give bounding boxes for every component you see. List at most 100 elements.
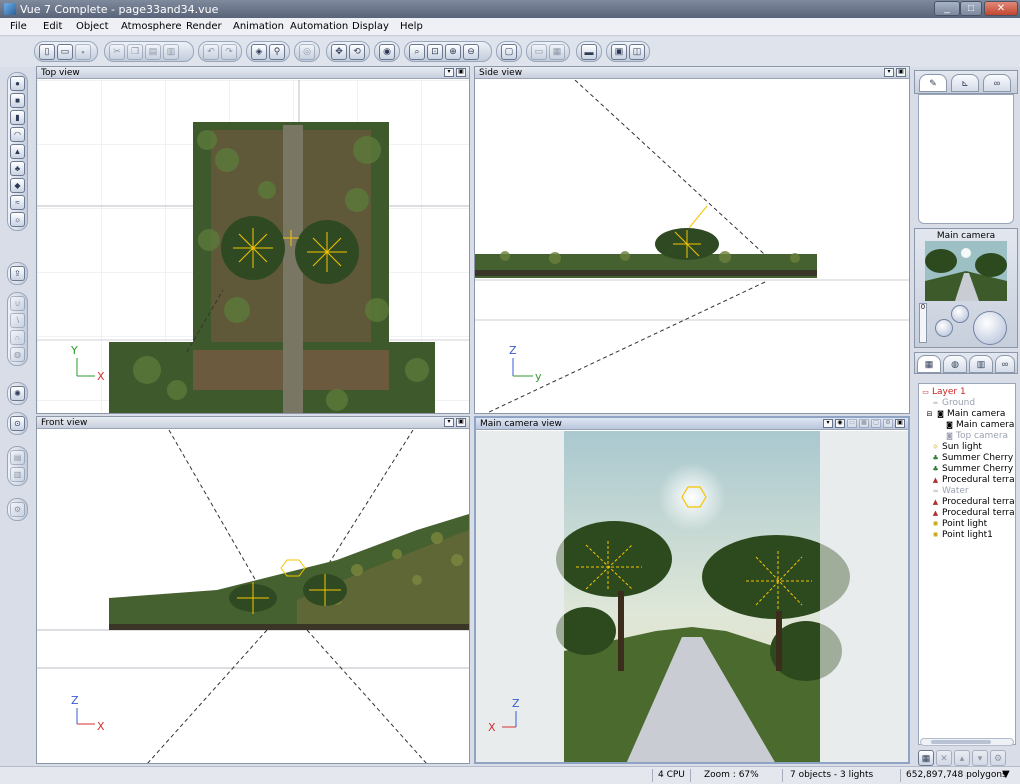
layer-options-icon[interactable]: ⚙: [990, 750, 1006, 766]
side-view-viewport[interactable]: Side view ▾ ▣ Z y: [474, 66, 910, 414]
menu-help[interactable]: Help: [400, 21, 423, 32]
front-view-canvas[interactable]: Z X: [37, 429, 469, 763]
duplicate-icon[interactable]: ▥: [163, 43, 179, 60]
menu-render[interactable]: Render: [186, 21, 222, 32]
rotate-tool-icon[interactable]: ⟲: [349, 43, 365, 60]
material-icon[interactable]: ◈: [251, 43, 267, 60]
render-preview-icon[interactable]: ◉: [835, 419, 845, 428]
frame-icon[interactable]: ▢: [501, 43, 517, 60]
tree-item[interactable]: ☼ Sun light: [931, 441, 982, 452]
rock-icon[interactable]: ◆: [10, 178, 25, 193]
menu-object[interactable]: Object: [76, 21, 109, 32]
camera-move-control[interactable]: [973, 311, 1007, 345]
menu-automation[interactable]: Automation: [290, 21, 348, 32]
plant-icon[interactable]: ♣: [10, 161, 25, 176]
minimize-button[interactable]: _: [934, 1, 960, 16]
tree-horizontal-scrollbar[interactable]: [920, 738, 1014, 746]
tree-item[interactable]: ✺ Point light1: [931, 529, 993, 540]
settings-icon[interactable]: ⚙: [10, 502, 25, 517]
new-layer-icon[interactable]: ▦: [918, 750, 934, 766]
water-icon[interactable]: ≈: [10, 195, 25, 210]
boolean-union-icon[interactable]: ∪: [10, 296, 25, 311]
tab-links[interactable]: ∞: [995, 355, 1015, 373]
tab-libraries[interactable]: ▥: [969, 355, 993, 373]
tree-item[interactable]: ▲ Procedural terrain0: [931, 496, 1015, 507]
move-tool-icon[interactable]: ✥: [331, 43, 347, 60]
viewport-settings-icon[interactable]: ⚙: [883, 419, 893, 428]
tree-item[interactable]: ⊟ ◙ Main camera: [925, 408, 1006, 419]
layer-up-icon[interactable]: ▴: [954, 750, 970, 766]
close-button[interactable]: ✕: [984, 1, 1018, 16]
scrollbar-thumb[interactable]: [931, 740, 991, 744]
mask-icon[interactable]: ◎: [299, 43, 315, 60]
front-view-viewport[interactable]: Front view ▾ ▣ Z X: [36, 416, 470, 764]
camera-icon[interactable]: ⊙: [10, 416, 25, 431]
side-view-canvas[interactable]: Z y: [475, 79, 909, 413]
redo-icon[interactable]: ↷: [221, 43, 237, 60]
camera-preview[interactable]: [925, 241, 1007, 301]
viewport-options-icon[interactable]: ▾: [884, 68, 894, 77]
save-file-icon[interactable]: ▪: [75, 43, 91, 60]
zoom-extents-icon[interactable]: ⌕: [409, 43, 425, 60]
tree-item[interactable]: ✺ Point light: [931, 518, 988, 529]
viewport-maximize-icon[interactable]: ▣: [456, 418, 466, 427]
cylinder-icon[interactable]: ▮: [10, 110, 25, 125]
tab-objects[interactable]: ▦: [917, 355, 941, 373]
tab-aspect[interactable]: ✎: [919, 74, 947, 92]
link-icon[interactable]: ⚲: [269, 43, 285, 60]
tree-item[interactable]: ▭ Layer 1: [921, 386, 966, 397]
zoom-in-icon[interactable]: ⊕: [445, 43, 461, 60]
menu-animation[interactable]: Animation: [233, 21, 284, 32]
layer-down-icon[interactable]: ▾: [972, 750, 988, 766]
viewport-options-icon[interactable]: ▾: [823, 419, 833, 428]
tab-materials[interactable]: ◍: [943, 355, 967, 373]
torus-icon[interactable]: ◠: [10, 127, 25, 142]
tree-item[interactable]: ▲ Procedural terrain: [931, 474, 1015, 485]
tree-item[interactable]: ▲ Procedural terrain2: [931, 507, 1015, 518]
viewport-options-icon[interactable]: ▾: [444, 68, 454, 77]
tree-item[interactable]: ◙ Main camera: [945, 419, 1014, 430]
new-file-icon[interactable]: ▯: [39, 43, 55, 60]
render-icon[interactable]: ▣: [611, 43, 627, 60]
camera-orbit-control[interactable]: [951, 305, 969, 323]
menu-atmosphere[interactable]: Atmosphere: [121, 21, 182, 32]
camera-lock-icon[interactable]: ▢: [871, 419, 881, 428]
safe-frame-icon[interactable]: ▭: [847, 419, 857, 428]
camera-pan-control[interactable]: [935, 319, 953, 337]
menu-edit[interactable]: Edit: [43, 21, 62, 32]
menu-file[interactable]: File: [10, 21, 27, 32]
copy-icon[interactable]: ❐: [127, 43, 143, 60]
sphere-icon[interactable]: ●: [10, 76, 25, 91]
tree-item[interactable]: ═ Ground: [931, 397, 975, 408]
maximize-button[interactable]: □: [960, 1, 982, 16]
status-dropdown-icon[interactable]: ▼: [1002, 769, 1010, 780]
import-object-icon[interactable]: ⇪: [10, 266, 25, 281]
boolean-inter-icon[interactable]: ∩: [10, 330, 25, 345]
camera-view-canvas[interactable]: Z X: [476, 431, 908, 762]
delete-layer-icon[interactable]: ✕: [936, 750, 952, 766]
cut-icon[interactable]: ✂: [109, 43, 125, 60]
tab-animation[interactable]: ∞: [983, 74, 1011, 92]
paste-icon[interactable]: ▤: [145, 43, 161, 60]
viewport-maximize-icon[interactable]: ▣: [456, 68, 466, 77]
tree-item[interactable]: ♣ Summer Cherry Tre: [931, 452, 1015, 463]
quad-view-icon[interactable]: ▦: [549, 43, 565, 60]
group-icon[interactable]: ▤: [10, 450, 25, 465]
single-view-icon[interactable]: ▭: [531, 43, 547, 60]
zoom-out-icon[interactable]: ⊖: [463, 43, 479, 60]
expand-icon[interactable]: ⊟: [925, 410, 934, 418]
viewport-maximize-icon[interactable]: ▣: [896, 68, 906, 77]
tree-item[interactable]: ♣ Summer Cherry Tre: [931, 463, 1015, 474]
viewport-options-icon[interactable]: ▾: [444, 418, 454, 427]
tree-item[interactable]: ≈ Water: [931, 485, 969, 496]
metablob-icon[interactable]: ◍: [10, 347, 25, 362]
menu-display[interactable]: Display: [352, 21, 389, 32]
eye-icon[interactable]: ◉: [379, 43, 395, 60]
grid-toggle-icon[interactable]: ▦: [859, 419, 869, 428]
boolean-diff-icon[interactable]: ∖: [10, 313, 25, 328]
tab-numerics[interactable]: ⊾: [951, 74, 979, 92]
main-camera-viewport[interactable]: Main camera view ▾ ◉ ▭ ▦ ▢ ⚙ ▣ Z X: [474, 416, 910, 764]
ungroup-icon[interactable]: ▥: [10, 467, 25, 482]
terrain-icon[interactable]: ▲: [10, 144, 25, 159]
undo-icon[interactable]: ↶: [203, 43, 219, 60]
